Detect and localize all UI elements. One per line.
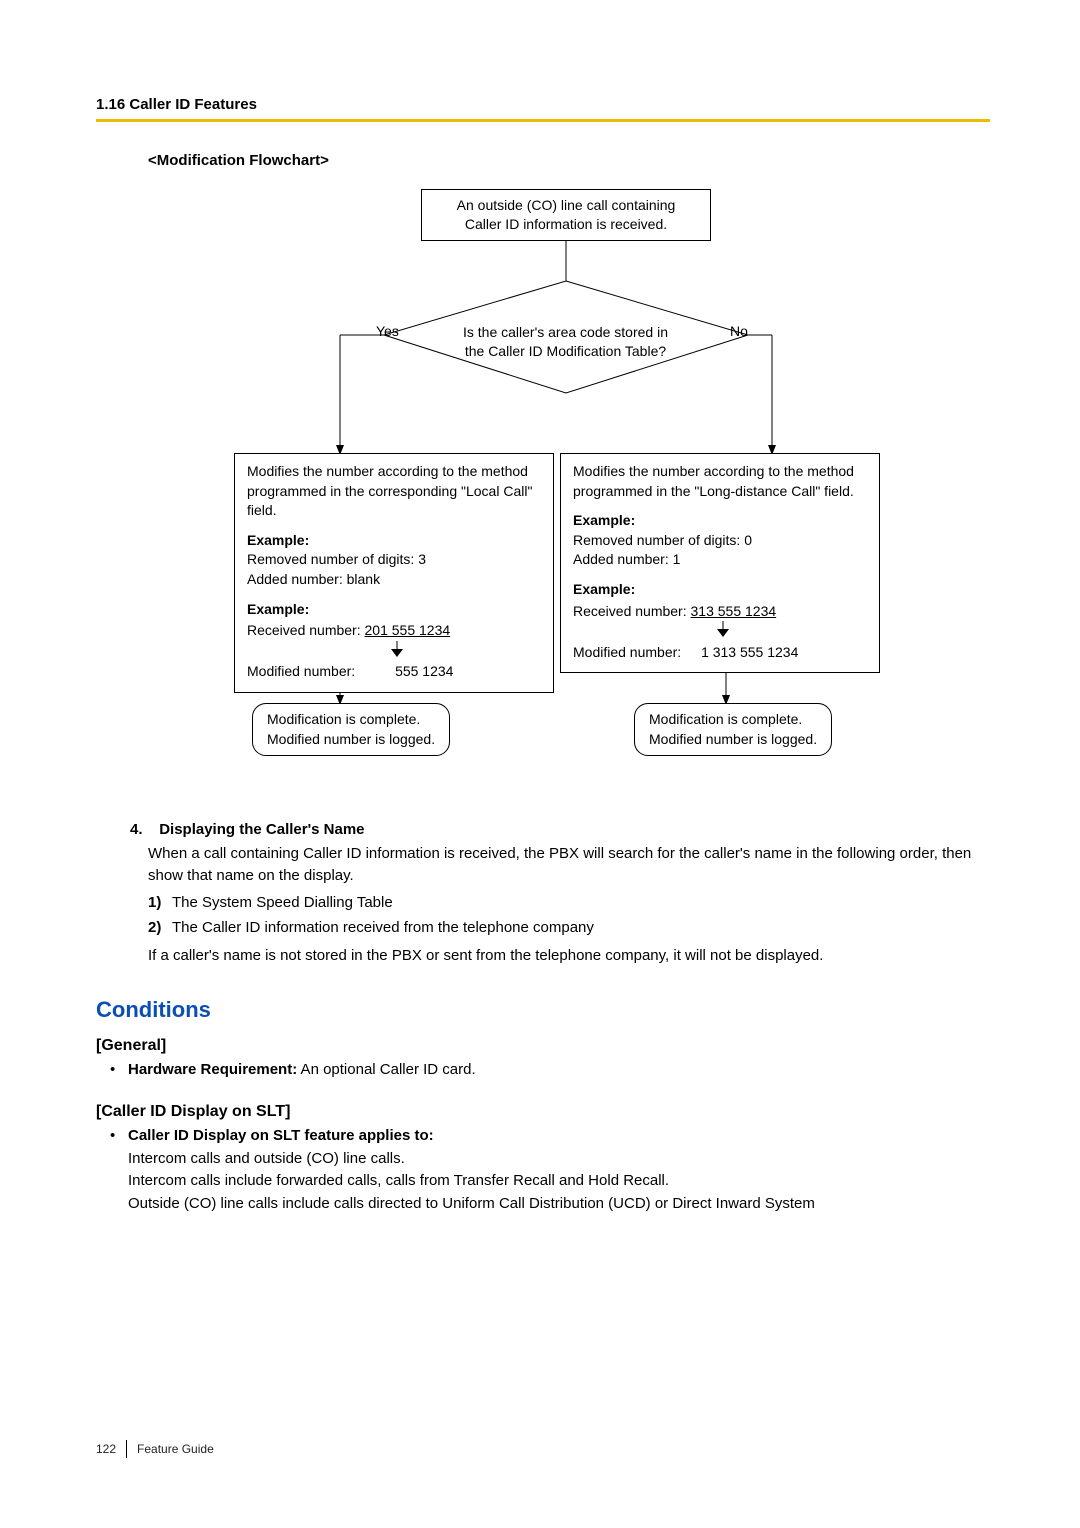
section-4-num: 4. [130, 821, 143, 838]
flow-right-box: Modifies the number according to the met… [560, 453, 880, 673]
footer-separator [126, 1440, 127, 1458]
footer-guide: Feature Guide [137, 1442, 214, 1456]
flow-end-left-l2: Modified number is logged. [267, 730, 435, 750]
flowchart: An outside (CO) line call containing Cal… [136, 183, 990, 803]
flow-start-box: An outside (CO) line call containing Cal… [421, 189, 711, 241]
flow-decision-text: Is the caller's area code stored in the … [438, 323, 693, 361]
section-4-list: 1)The System Speed Dialling Table 2)The … [148, 892, 990, 939]
flow-right-modnum: Modified number: 1 313 555 1234 [573, 643, 867, 663]
slt-b1-l2: Intercom calls include forwarded calls, … [128, 1172, 669, 1189]
flow-left-received: Received number: 201 555 1234 [247, 621, 541, 641]
flow-left-para: Modifies the number according to the met… [247, 462, 541, 521]
general-subhead: [General] [96, 1037, 990, 1055]
list-item-2: 2)The Caller ID information received fro… [148, 917, 990, 939]
list-item-1: 1)The System Speed Dialling Table [148, 892, 990, 914]
flow-right-eg1b: Added number: 1 [573, 550, 867, 570]
flow-right-modnum-label: Modified number: [573, 644, 681, 660]
slt-b1-l1: Intercom calls and outside (CO) line cal… [128, 1150, 405, 1167]
conditions-heading: Conditions [96, 997, 990, 1023]
flow-left-eg2-label: Example: [247, 600, 541, 620]
flow-left-received-pre: Received number: [247, 622, 365, 638]
section-4-para: When a call containing Caller ID informa… [148, 843, 990, 887]
flow-yes-label: Yes [376, 323, 399, 339]
flow-right-modnum-val: 1 313 555 1234 [701, 644, 798, 660]
flow-no-label: No [730, 323, 748, 339]
flow-right-received-num: 313 555 1234 [691, 603, 777, 619]
section-4-para2: If a caller's name is not stored in the … [148, 945, 990, 967]
page-footer: 122 Feature Guide [96, 1440, 214, 1458]
section-4-title: Displaying the Caller's Name [159, 821, 364, 838]
flow-left-eg1b: Added number: blank [247, 570, 541, 590]
flow-left-received-num: 201 555 1234 [365, 622, 451, 638]
slt-bullet-1: Caller ID Display on SLT feature applies… [128, 1125, 990, 1215]
flow-left-inline-arrow [247, 641, 541, 661]
flow-end-left-l1: Modification is complete. [267, 710, 435, 730]
flow-end-right: Modification is complete. Modified numbe… [634, 703, 832, 756]
flowchart-title: <Modification Flowchart> [148, 152, 990, 169]
general-bullet-1: Hardware Requirement: An optional Caller… [128, 1059, 990, 1082]
flow-right-received: Received number: 313 555 1234 [573, 602, 867, 622]
flow-right-eg1-label: Example: [573, 511, 867, 531]
flow-start-l2: Caller ID information is received. [430, 215, 702, 234]
list-item-1-text: The System Speed Dialling Table [172, 894, 393, 911]
slt-b1-label: Caller ID Display on SLT feature applies… [128, 1127, 434, 1144]
flow-right-inline-arrow [573, 621, 867, 641]
general-b1-label: Hardware Requirement: [128, 1061, 297, 1078]
flow-left-box: Modifies the number according to the met… [234, 453, 554, 693]
slt-subhead: [Caller ID Display on SLT] [96, 1103, 990, 1121]
flow-end-right-l1: Modification is complete. [649, 710, 817, 730]
flow-end-right-l2: Modified number is logged. [649, 730, 817, 750]
flow-decision-l2: the Caller ID Modification Table? [438, 342, 693, 361]
header-rule [96, 119, 990, 122]
flow-left-modnum: Modified number: 555 1234 [247, 662, 541, 682]
general-b1-text: An optional Caller ID card. [297, 1061, 475, 1078]
flow-right-eg2-label: Example: [573, 580, 867, 600]
slt-b1-l3: Outside (CO) line calls include calls di… [128, 1195, 815, 1212]
flow-decision-l1: Is the caller's area code stored in [438, 323, 693, 342]
flow-end-left: Modification is complete. Modified numbe… [252, 703, 450, 756]
flow-right-received-pre: Received number: [573, 603, 691, 619]
flow-left-modnum-label: Modified number: [247, 663, 355, 679]
flow-left-modnum-val: 555 1234 [395, 663, 453, 679]
page-number: 122 [96, 1442, 116, 1456]
section-4: 4. Displaying the Caller's Name When a c… [130, 819, 990, 967]
flow-right-eg1a: Removed number of digits: 0 [573, 531, 867, 551]
flow-left-eg1a: Removed number of digits: 3 [247, 550, 541, 570]
list-item-2-text: The Caller ID information received from … [172, 919, 594, 936]
flow-right-para: Modifies the number according to the met… [573, 462, 867, 501]
flow-start-l1: An outside (CO) line call containing [430, 196, 702, 215]
flow-left-eg1-label: Example: [247, 531, 541, 551]
section-header: 1.16 Caller ID Features [96, 96, 990, 113]
